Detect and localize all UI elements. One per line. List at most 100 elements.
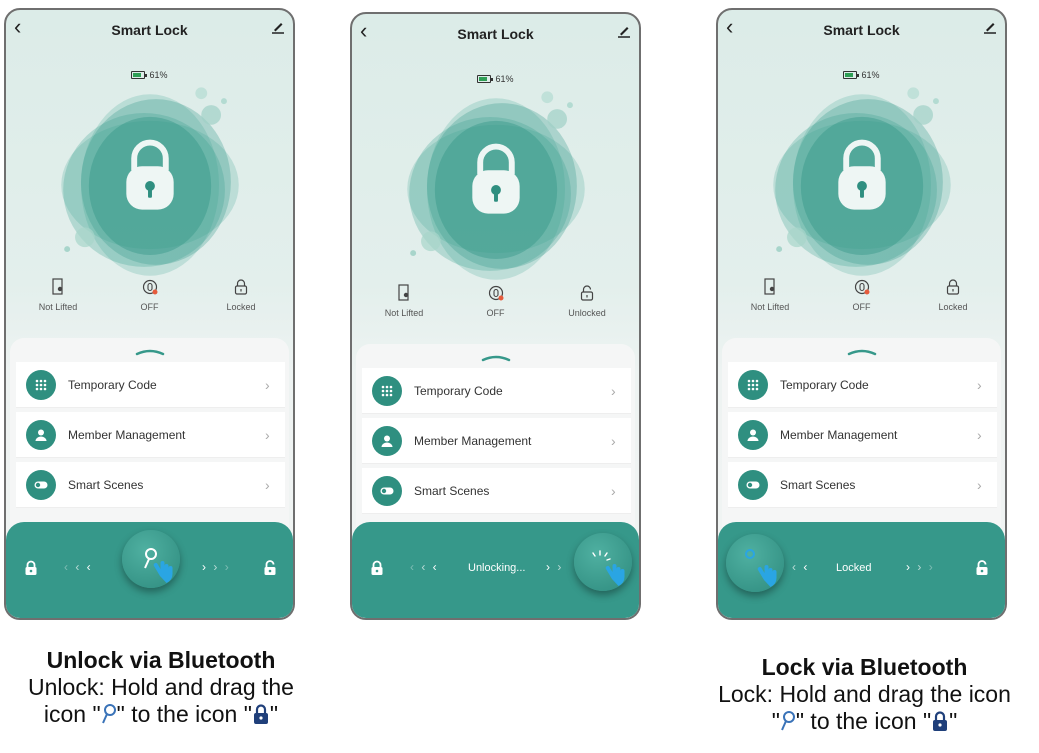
unlocked-padlock-icon <box>264 560 276 575</box>
menu-item-label: Smart Scenes <box>780 477 856 492</box>
page-title: Smart Lock <box>457 26 534 42</box>
status-label: Not Lifted <box>38 302 78 312</box>
toggle-icon <box>26 469 56 500</box>
status-label: OFF <box>852 302 871 312</box>
caption-text: " to the icon " <box>795 708 932 734</box>
back-chevron-icon[interactable]: ‹ <box>360 20 367 42</box>
app-header: ‹ Smart Lock <box>6 10 293 50</box>
user-icon <box>372 425 402 456</box>
chevron-right-icon: › <box>265 426 270 443</box>
user-icon <box>738 419 768 450</box>
menu-item-member-management[interactable]: Member Management › <box>16 412 285 458</box>
back-chevron-icon[interactable]: ‹ <box>726 16 733 38</box>
key-drag-icon <box>745 549 777 587</box>
page-title: Smart Lock <box>823 22 900 38</box>
menu-item-member-management[interactable]: Member Management › <box>728 412 997 458</box>
menu-item-label: Temporary Code <box>414 383 503 398</box>
padlock-icon <box>933 711 948 731</box>
slide-right-arrows: › › › <box>202 560 231 574</box>
phone-screen-unlocking: ‹ Smart Lock 61% Not Lifted OFF Unlocked… <box>350 12 641 620</box>
status-door-sensor: Not Lifted <box>730 278 810 330</box>
caption-line: Lock: Hold and drag the icon <box>718 681 1011 707</box>
phone-screen-unlock-start: ‹ Smart Lock 61% Not Lifted OFF Locked T… <box>4 8 295 620</box>
chevron-right-icon: › <box>611 432 616 449</box>
status-row: Not Lifted OFF Unlocked <box>352 284 639 336</box>
edit-pencil-icon[interactable] <box>617 24 631 38</box>
key-drag-icon <box>592 550 625 586</box>
edit-pencil-icon[interactable] <box>983 20 997 34</box>
menu-item-temporary-code[interactable]: Temporary Code › <box>16 362 285 408</box>
back-chevron-icon[interactable]: ‹ <box>14 16 21 38</box>
status-lock-state: Locked <box>201 278 281 330</box>
status-anti-lock: OFF <box>110 278 190 330</box>
slide-status-text: Locked <box>836 562 872 574</box>
panel-handle-icon[interactable] <box>847 348 877 356</box>
drag-knob[interactable] <box>726 534 784 592</box>
key-icon <box>780 711 795 731</box>
caption-text: " to the icon " <box>116 701 252 727</box>
key-icon <box>101 704 116 724</box>
anti-lock-icon <box>488 285 503 301</box>
menu-item-smart-scenes[interactable]: Smart Scenes › <box>728 462 997 508</box>
padlock-icon <box>253 704 268 724</box>
key-drag-icon <box>144 548 173 583</box>
panel-handle-icon[interactable] <box>135 348 165 356</box>
menu-item-smart-scenes[interactable]: Smart Scenes › <box>362 468 631 514</box>
slide-left-arrows: ‹ ‹ <box>792 560 810 574</box>
lock-blob-illustration <box>407 91 585 280</box>
caption-line: Unlock: Hold and drag the <box>28 674 294 700</box>
menu-item-temporary-code[interactable]: Temporary Code › <box>362 368 631 414</box>
edit-pencil-icon[interactable] <box>271 20 285 34</box>
status-label: Unlocked <box>568 308 606 318</box>
lock-status-visual <box>352 82 639 292</box>
door-sensor-icon <box>52 278 63 295</box>
chevron-right-icon: › <box>611 382 616 399</box>
anti-lock-icon <box>142 279 157 295</box>
slide-left-arrows: ‹ ‹ ‹ <box>410 560 439 574</box>
menu-item-label: Temporary Code <box>68 377 157 392</box>
panel-handle-icon[interactable] <box>481 354 511 362</box>
status-label: OFF <box>486 308 505 318</box>
chevron-right-icon: › <box>611 482 616 499</box>
status-anti-lock: OFF <box>456 284 536 336</box>
caption-text: " <box>771 708 780 734</box>
menu-item-label: Member Management <box>68 427 186 442</box>
chevron-right-icon: › <box>977 376 982 393</box>
status-door-sensor: Not Lifted <box>364 284 444 336</box>
menu-item-label: Member Management <box>414 433 532 448</box>
status-label: Locked <box>226 302 256 312</box>
lock-blob-illustration <box>61 87 239 276</box>
app-header: ‹ Smart Lock <box>352 14 639 54</box>
menu-item-label: Temporary Code <box>780 377 869 392</box>
keypad-icon <box>372 375 402 406</box>
app-header: ‹ Smart Lock <box>718 10 1005 50</box>
status-anti-lock: OFF <box>822 278 902 330</box>
chevron-right-icon: › <box>265 376 270 393</box>
caption-title: Lock via Bluetooth <box>761 654 968 680</box>
drag-knob[interactable] <box>574 533 632 591</box>
anti-lock-icon <box>854 279 869 295</box>
menu-item-member-management[interactable]: Member Management › <box>362 418 631 464</box>
menu-item-temporary-code[interactable]: Temporary Code › <box>728 362 997 408</box>
drag-knob[interactable] <box>122 530 180 588</box>
status-label: Not Lifted <box>384 308 424 318</box>
keypad-icon <box>26 369 56 400</box>
padlock-icon <box>234 279 248 295</box>
user-icon <box>26 419 56 450</box>
locked-padlock-icon <box>25 560 37 575</box>
padlock-icon <box>946 279 960 295</box>
caption-line: icon " " to the icon " " <box>0 701 322 728</box>
door-sensor-icon <box>764 278 775 295</box>
locked-padlock-icon <box>371 560 383 575</box>
chevron-right-icon: › <box>977 426 982 443</box>
lock-status-visual <box>718 78 1005 288</box>
chevron-right-icon: › <box>977 476 982 493</box>
caption-line: " " to the icon " " <box>690 708 1039 735</box>
menu-item-label: Member Management <box>780 427 898 442</box>
slide-left-arrows: ‹ ‹ ‹ <box>64 560 93 574</box>
slide-right-arrows: › › <box>546 560 564 574</box>
caption-text: icon " <box>43 701 101 727</box>
status-row: Not Lifted OFF Locked <box>6 278 293 330</box>
status-label: OFF <box>140 302 159 312</box>
menu-item-smart-scenes[interactable]: Smart Scenes › <box>16 462 285 508</box>
